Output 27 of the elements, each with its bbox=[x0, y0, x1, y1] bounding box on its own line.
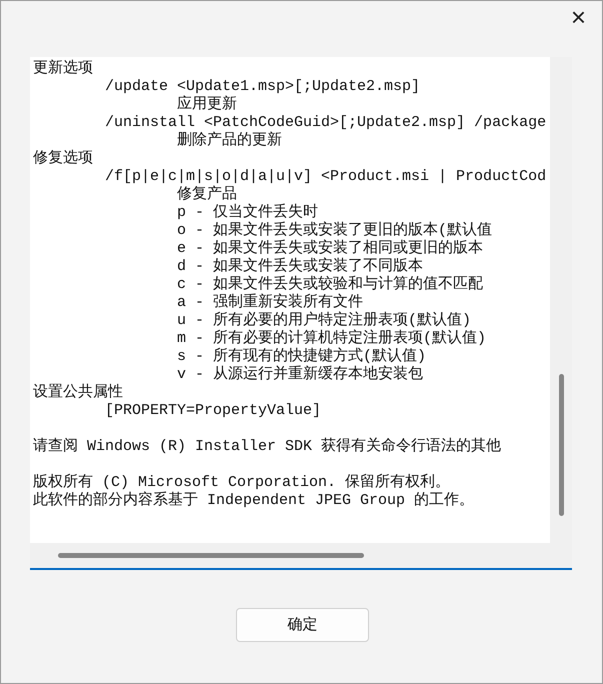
text-line: 请查阅 Windows (R) Installer SDK 获得有关命令行语法的其他 bbox=[33, 438, 502, 456]
text-line: /update <Update1.msp>[;Update2.msp] bbox=[105, 78, 420, 95]
text-line: u - 所有必要的用户特定注册表项(默认值) bbox=[177, 312, 472, 329]
text-line: 更新选项 bbox=[33, 60, 93, 78]
text-line: s - 所有现有的快捷键方式(默认值) bbox=[177, 348, 426, 365]
text-line: [PROPERTY=PropertyValue] bbox=[105, 402, 322, 420]
text-line: o - 如果文件丢失或安装了更旧的版本(默认值 bbox=[177, 222, 492, 239]
text-line: 此软件的部分内容系基于 Independent JPEG Group 的工作。 bbox=[33, 492, 474, 510]
vertical-scrollbar-thumb[interactable] bbox=[559, 374, 564, 516]
text-line: /uninstall <PatchCodeGuid>[;Update2.msp] /package bbox=[105, 114, 546, 132]
text-line: v - 从源运行并重新缓存本地安装包 bbox=[177, 366, 424, 384]
horizontal-scrollbar-thumb[interactable] bbox=[58, 553, 364, 558]
text-line: /f[p|e|c|m|s|o|d|a|u|v] <Product.msi | ProductCod bbox=[105, 168, 546, 186]
text-line: 修复产品 bbox=[177, 186, 237, 204]
ok-button[interactable]: 确定 bbox=[236, 608, 369, 642]
text-line: 修复选项 bbox=[33, 150, 93, 168]
text-line: 删除产品的更新 bbox=[177, 132, 282, 150]
close-button[interactable]: × bbox=[564, 3, 592, 31]
text-line: c - 如果文件丢失或较验和与计算的值不匹配 bbox=[177, 276, 484, 293]
text-line: 设置公共属性 bbox=[33, 384, 123, 402]
text-line: m - 所有必要的计算机特定注册表项(默认值) bbox=[177, 330, 486, 347]
text-line: 版权所有 (C) Microsoft Corporation. 保留所有权利。 bbox=[33, 474, 450, 491]
text-line: d - 如果文件丢失或安装了不同版本 bbox=[177, 258, 424, 276]
text-line: a - 强制重新安装所有文件 bbox=[177, 294, 364, 311]
text-line: 应用更新 bbox=[177, 96, 237, 114]
text-line: p - 仅当文件丢失时 bbox=[177, 204, 318, 222]
text-line: e - 如果文件丢失或安装了相同或更旧的版本 bbox=[177, 240, 484, 257]
